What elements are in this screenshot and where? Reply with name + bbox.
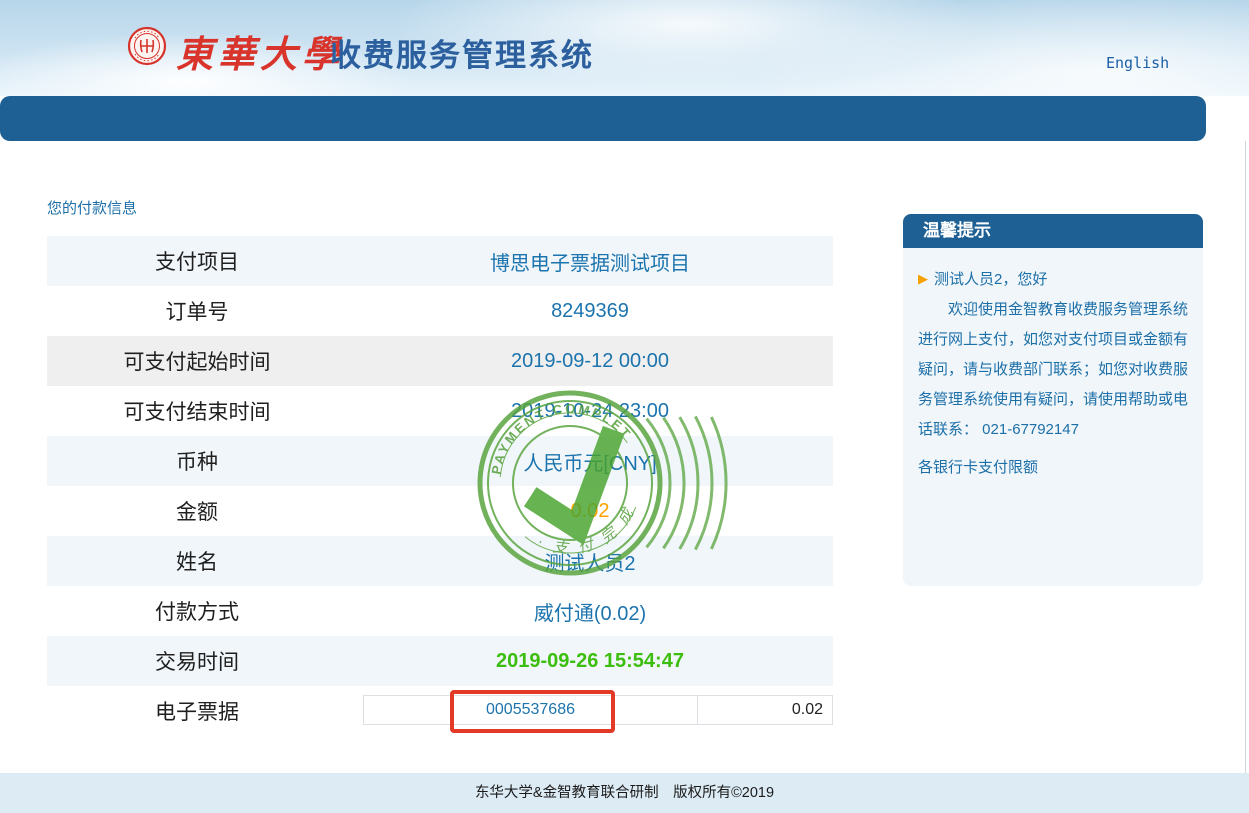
user-greeting-text: 测试人员2，您好: [934, 268, 1047, 289]
table-row: 金额 0.02: [47, 486, 833, 536]
table-row: 姓名 测试人员2: [47, 536, 833, 586]
table-row: 订单号 8249369: [47, 286, 833, 336]
e-receipt-number-link[interactable]: 0005537686: [364, 696, 698, 724]
row-label: 币种: [47, 446, 347, 476]
row-label: 付款方式: [47, 596, 347, 626]
tips-message: 欢迎使用金智教育收费服务管理系统进行网上支付，如您对支付项目或金额有疑问，请与收…: [918, 295, 1188, 445]
tips-sidebar-body: ▶ 测试人员2，您好 欢迎使用金智教育收费服务管理系统进行网上支付，如您对支付项…: [903, 248, 1203, 586]
table-row: 付款方式 威付通(0.02): [47, 586, 833, 636]
row-label: 电子票据: [47, 696, 347, 726]
orange-arrow-icon: ▶: [918, 271, 928, 287]
row-value: 0.02: [347, 500, 833, 523]
user-greeting: ▶ 测试人员2，您好: [918, 268, 1188, 289]
row-value: 人民币元[CNY]: [347, 447, 833, 476]
tips-sidebar: 温馨提示 ▶ 测试人员2，您好 欢迎使用金智教育收费服务管理系统进行网上支付，如…: [903, 214, 1203, 586]
payment-table: 支付项目 博思电子票据测试项目 订单号 8249369 可支付起始时间 2019…: [47, 236, 833, 736]
row-label: 可支付起始时间: [47, 346, 347, 376]
university-name: 東華大學: [176, 24, 344, 78]
row-value: 2019-10-24 23:00: [347, 400, 833, 423]
payment-info-section-title: 您的付款信息: [47, 197, 137, 218]
table-row: 支付项目 博思电子票据测试项目: [47, 236, 833, 286]
row-label: 金额: [47, 496, 347, 526]
row-value: 测试人员2: [347, 547, 833, 576]
e-receipt-amount: 0.02: [698, 696, 832, 724]
row-value: 威付通(0.02): [347, 597, 833, 626]
page-right-divider: [1245, 141, 1246, 773]
table-row: 交易时间 2019-09-26 15:54:47: [47, 636, 833, 686]
english-language-link[interactable]: English: [1106, 54, 1169, 72]
footer-copyright: 东华大学&金智教育联合研制 版权所有©2019: [0, 773, 1249, 813]
university-seal-icon: [127, 26, 167, 66]
header-banner: 東華大學 收费服务管理系统 English: [0, 0, 1249, 96]
tips-sidebar-title: 温馨提示: [903, 214, 1203, 248]
table-row: 币种 人民币元[CNY]: [47, 436, 833, 486]
bank-card-limit-link[interactable]: 各银行卡支付限额: [918, 453, 1038, 483]
page: 東華大學 收费服务管理系统 English 您的付款信息 支付项目 博思电子票据…: [0, 0, 1249, 813]
row-value: 博思电子票据测试项目: [347, 247, 833, 276]
e-receipt-table: 0005537686 0.02: [363, 695, 833, 725]
row-value: 2019-09-26 15:54:47: [347, 650, 833, 673]
row-label: 可支付结束时间: [47, 396, 347, 426]
row-value: 8249369: [347, 300, 833, 323]
navbar: [0, 96, 1206, 141]
table-row: 可支付结束时间 2019-10-24 23:00: [47, 386, 833, 436]
table-row: 可支付起始时间 2019-09-12 00:00: [47, 336, 833, 386]
row-label: 姓名: [47, 546, 347, 576]
system-title: 收费服务管理系统: [330, 30, 594, 75]
row-label: 支付项目: [47, 246, 347, 276]
row-label: 交易时间: [47, 646, 347, 676]
row-value: 2019-09-12 00:00: [347, 350, 833, 373]
row-label: 订单号: [47, 296, 347, 326]
